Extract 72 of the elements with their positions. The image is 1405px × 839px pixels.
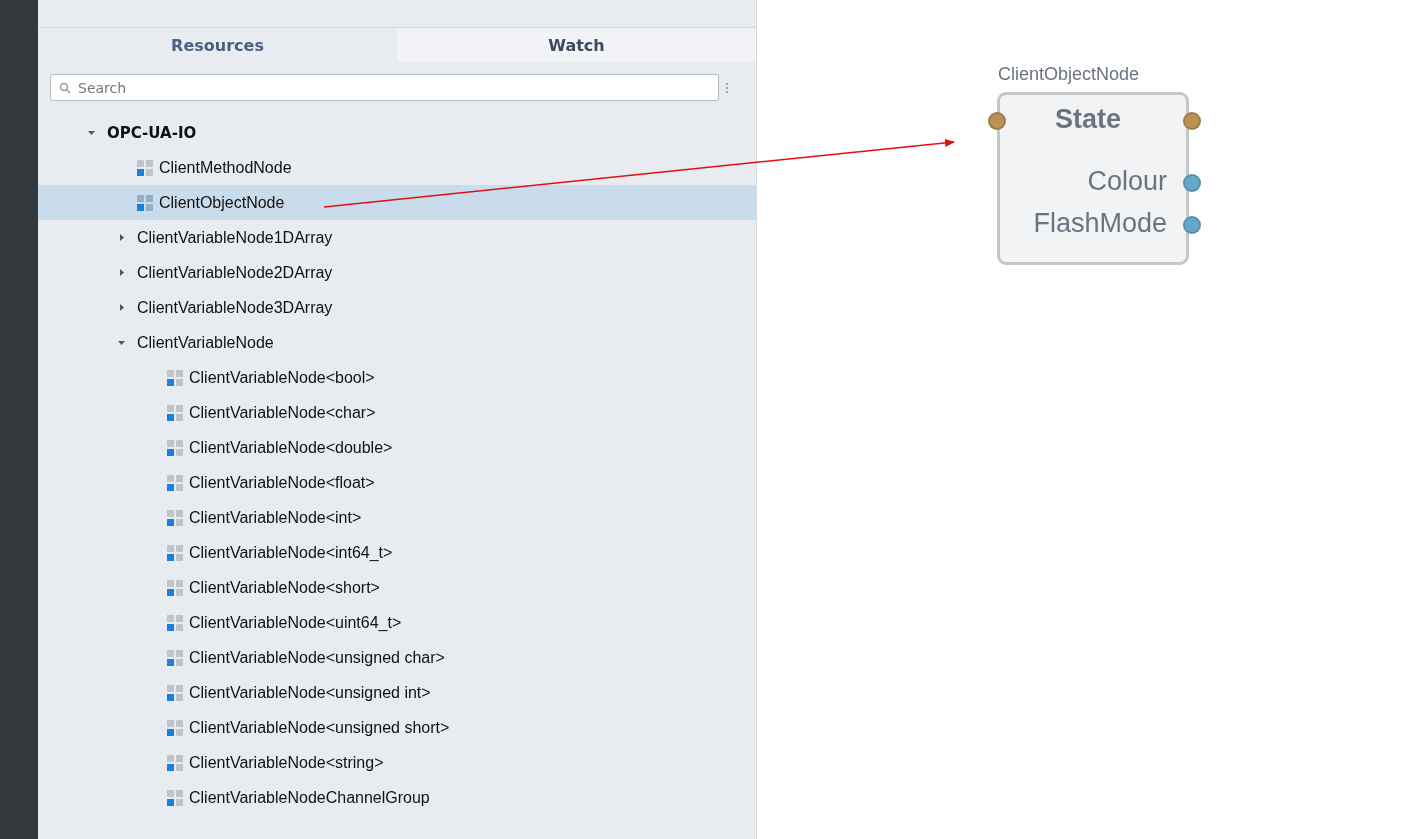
- grid-icon: [137, 159, 153, 176]
- tree-row[interactable]: ClientVariableNode<unsigned char>: [38, 640, 756, 675]
- output-label: FlashMode: [1033, 208, 1167, 239]
- tree-label: ClientVariableNode<int64_t>: [189, 543, 393, 562]
- caret-icon[interactable]: [118, 339, 125, 346]
- tree-label: ClientVariableNode2DArray: [137, 263, 333, 282]
- grid-icon: [167, 544, 183, 561]
- grid-icon: [167, 684, 183, 701]
- tree-label: ClientVariableNode<int>: [189, 508, 362, 527]
- grid-icon: [167, 474, 183, 491]
- tree-row[interactable]: ClientVariableNode2DArray: [38, 255, 756, 290]
- event-port[interactable]: [1183, 112, 1201, 130]
- caret-icon[interactable]: [118, 269, 125, 276]
- event-port[interactable]: [988, 112, 1006, 130]
- tree-label: ClientVariableNode: [137, 333, 274, 352]
- caret-icon[interactable]: [88, 129, 95, 136]
- caret-icon[interactable]: [118, 234, 125, 241]
- grid-icon: [167, 404, 183, 421]
- tree-row[interactable]: ClientVariableNodeChannelGroup: [38, 780, 756, 815]
- data-port[interactable]: [1183, 216, 1201, 234]
- search-icon: [59, 82, 71, 94]
- tree-row[interactable]: ClientVariableNode3DArray: [38, 290, 756, 325]
- grid-icon: [167, 509, 183, 526]
- tree-row[interactable]: ClientVariableNode<bool>: [38, 360, 756, 395]
- tree-row[interactable]: ClientObjectNode: [38, 185, 756, 220]
- tree-row[interactable]: ClientVariableNode<char>: [38, 395, 756, 430]
- node-background[interactable]: [997, 92, 1189, 265]
- tree-row[interactable]: ClientVariableNode<string>: [38, 745, 756, 780]
- grid-icon: [167, 439, 183, 456]
- tree-label: ClientMethodNode: [159, 158, 292, 177]
- grid-icon: [167, 369, 183, 386]
- tree-label: ClientObjectNode: [159, 193, 285, 212]
- tree-label: ClientVariableNode<unsigned short>: [189, 718, 450, 737]
- tree-row[interactable]: ClientVariableNode<unsigned short>: [38, 710, 756, 745]
- caret-icon[interactable]: [118, 304, 125, 311]
- tree-label: ClientVariableNode<uint64_t>: [189, 613, 402, 632]
- tree-row[interactable]: ClientVariableNode<short>: [38, 570, 756, 605]
- tree-row[interactable]: ClientMethodNode: [38, 150, 756, 185]
- grid-icon: [167, 719, 183, 736]
- tree-row[interactable]: ClientVariableNode<int>: [38, 500, 756, 535]
- grid-icon: [167, 754, 183, 771]
- tree-label: ClientVariableNode<unsigned char>: [189, 648, 445, 667]
- tree-label: ClientVariableNode<bool>: [189, 368, 375, 387]
- tree-label: ClientVariableNodeChannelGroup: [189, 788, 430, 807]
- tree-row[interactable]: ClientVariableNode<unsigned int>: [38, 675, 756, 710]
- tree-label: ClientVariableNode<short>: [189, 578, 380, 597]
- grid-icon: [167, 614, 183, 631]
- tree-label: OPC-UA-IO: [107, 123, 197, 142]
- search-field[interactable]: Search: [50, 74, 719, 101]
- output-label: Colour: [1087, 166, 1167, 197]
- tree-label: ClientVariableNode1DArray: [137, 228, 333, 247]
- tree-row[interactable]: OPC-UA-IO: [38, 115, 756, 150]
- tree-label: ClientVariableNode<char>: [189, 403, 376, 422]
- tree-label: ClientVariableNode<unsigned int>: [189, 683, 431, 702]
- grid-icon: [167, 789, 183, 806]
- tree-row[interactable]: ClientVariableNode1DArray: [38, 220, 756, 255]
- tree-row[interactable]: ClientVariableNode<double>: [38, 430, 756, 465]
- node-type-label: ClientObjectNode: [998, 64, 1140, 85]
- tree-label: ClientVariableNode3DArray: [137, 298, 333, 317]
- tree-label: ClientVariableNode<double>: [189, 438, 393, 457]
- tree-row[interactable]: ClientVariableNode<float>: [38, 465, 756, 500]
- tab[interactable]: Watch: [397, 28, 756, 62]
- grid-icon: [167, 649, 183, 666]
- tree-label: ClientVariableNode<string>: [189, 753, 384, 772]
- tree-row[interactable]: ClientVariableNode: [38, 325, 756, 360]
- tree-row[interactable]: ClientVariableNode<int64_t>: [38, 535, 756, 570]
- node-header: State: [1055, 104, 1122, 135]
- tree-label: ClientVariableNode<float>: [189, 473, 375, 492]
- data-port[interactable]: [1183, 174, 1201, 192]
- grid-icon: [137, 194, 153, 211]
- tree-row[interactable]: ClientVariableNode<uint64_t>: [38, 605, 756, 640]
- grid-icon: [167, 579, 183, 596]
